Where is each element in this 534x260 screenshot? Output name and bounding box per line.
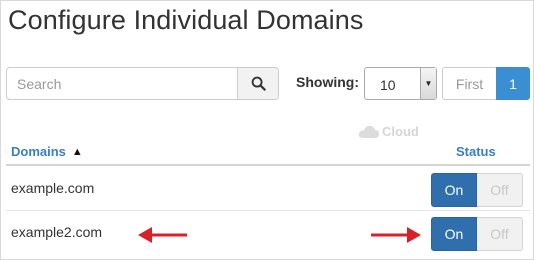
status-toggle: On Off — [431, 217, 523, 251]
per-page-select[interactable]: 10 ▼ — [364, 67, 437, 100]
table-header-divider — [6, 164, 530, 166]
search-button[interactable] — [237, 68, 278, 99]
showing-label: Showing: — [296, 74, 359, 90]
arrow-left-icon — [138, 227, 187, 243]
watermark: Cloud — [358, 124, 419, 139]
search-input[interactable] — [7, 68, 237, 99]
toggle-on-button[interactable]: On — [431, 173, 477, 207]
cloud-icon — [358, 125, 379, 138]
watermark-text: Cloud — [382, 124, 419, 139]
per-page-value: 10 — [380, 77, 396, 93]
first-page-button[interactable]: First — [442, 67, 496, 100]
table-row: example2.com On Off — [6, 211, 530, 255]
page-title: Configure Individual Domains — [8, 5, 364, 35]
search-box — [6, 67, 279, 100]
status-toggle: On Off — [431, 173, 523, 207]
column-header-status: Status — [456, 144, 496, 159]
chevron-down-icon: ▼ — [420, 68, 436, 99]
domain-name: example2.com — [11, 224, 103, 240]
toggle-off-button[interactable]: Off — [477, 173, 523, 207]
column-header-domains[interactable]: Domains ▲ — [11, 144, 83, 159]
toggle-on-button[interactable]: On — [431, 217, 477, 251]
column-header-domains-label: Domains — [11, 144, 66, 159]
arrow-right-icon — [371, 227, 421, 243]
domain-name: example.com — [11, 180, 95, 196]
page-1-button[interactable]: 1 — [496, 67, 530, 100]
page-frame: Configure Individual Domains Showing: 10… — [0, 0, 534, 260]
sort-ascending-icon: ▲ — [71, 145, 83, 158]
toggle-off-button[interactable]: Off — [477, 217, 523, 251]
pagination: First 1 — [442, 67, 530, 100]
search-icon — [251, 76, 266, 91]
table-row: example.com On Off — [6, 167, 530, 211]
